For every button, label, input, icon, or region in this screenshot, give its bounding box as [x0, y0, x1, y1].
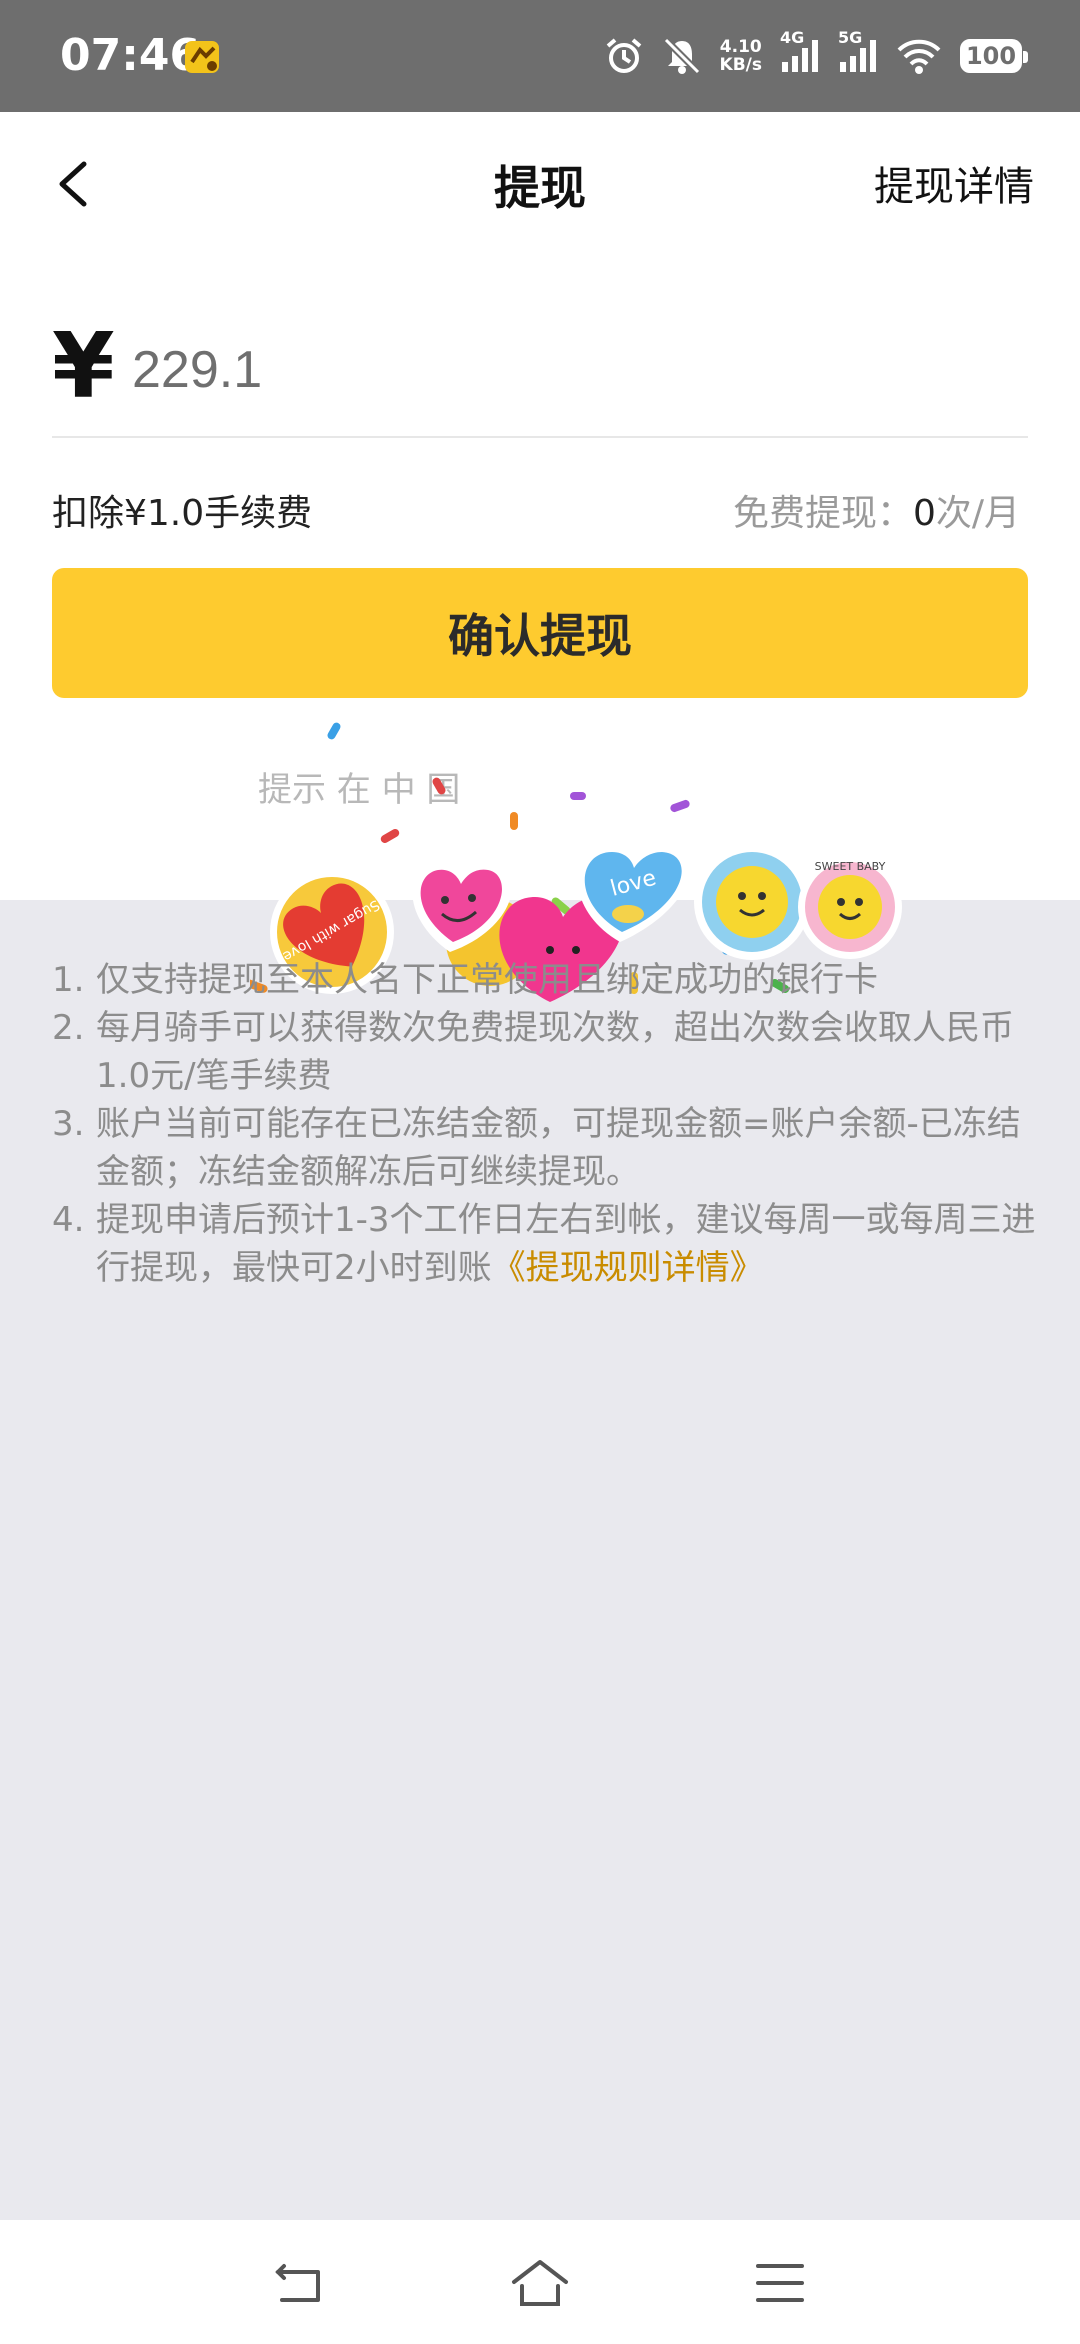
- rule-index: 4.: [52, 1200, 85, 1240]
- rule-text: 仅支持提现至本人名下正常使用且绑定成功的银行卡: [96, 960, 878, 1000]
- rule-text: 每月骑手可以获得数次免费提现次数，超出次数会收取人民币1.0元/笔手续费: [96, 1008, 1014, 1096]
- nav-back-icon: [275, 2264, 320, 2302]
- free-label: 免费提现：: [732, 493, 913, 534]
- nav-home-icon: [512, 2260, 568, 2306]
- amount-row: ¥: [52, 312, 1028, 432]
- status-bar: 07:46 4.10 KB/s 4G 5G 100: [0, 0, 1080, 112]
- rule-item: 4. 提现申请后预计1-3个工作日左右到帐，建议每周一或每周三进行提现，最快可2…: [52, 1196, 1052, 1292]
- free-withdraw-info: 免费提现：0次/月: [733, 484, 1020, 536]
- withdraw-rules: 1. 仅支持提现至本人名下正常使用且绑定成功的银行卡 2. 每月骑手可以获得数次…: [52, 956, 1052, 1292]
- signal-4g: 4G: [780, 28, 820, 76]
- wifi-icon: [897, 39, 941, 74]
- rule-item: 2. 每月骑手可以获得数次免费提现次数，超出次数会收取人民币1.0元/笔手续费: [52, 1004, 1052, 1100]
- nav-menu-button[interactable]: [748, 2256, 812, 2310]
- battery-icon: 100: [960, 39, 1028, 73]
- status-time: 07:46: [60, 30, 201, 81]
- sticker-sweet-baby: SWEET BABY: [694, 844, 902, 960]
- status-icons: 4.10 KB/s 4G 5G 100: [604, 28, 1028, 76]
- free-count: 0: [912, 493, 936, 534]
- rule-text: 账户当前可能存在已冻结金额，可提现金额=账户余额-已冻结金额；冻结金额解冻后可继…: [96, 1104, 1021, 1192]
- app-notification-icon: [184, 40, 222, 74]
- sticker4-text: SWEET BABY: [815, 860, 886, 873]
- amount-input[interactable]: [132, 332, 992, 408]
- withdraw-rules-detail-link[interactable]: 《提现规则详情》: [492, 1248, 764, 1288]
- rule-index: 1.: [52, 960, 85, 1000]
- rule-text-wrap: 提现申请后预计1-3个工作日左右到帐，建议每周一或每周三进行提现，最快可2小时到…: [96, 1196, 1052, 1292]
- network-speed-unit: KB/s: [719, 55, 762, 75]
- rule-index: 3.: [52, 1104, 85, 1144]
- rule-item: 1. 仅支持提现至本人名下正常使用且绑定成功的银行卡: [52, 956, 1052, 1004]
- nav-back-button[interactable]: [268, 2256, 332, 2310]
- rule-index: 2.: [52, 1008, 85, 1048]
- divider: [52, 436, 1028, 438]
- currency-symbol: ¥: [52, 314, 115, 419]
- alarm-icon: [606, 38, 641, 73]
- free-unit: 次/月: [935, 493, 1020, 534]
- signal-5g: 5G: [838, 28, 878, 76]
- signal-5g-label: 5G: [838, 28, 863, 47]
- withdraw-details-link[interactable]: 提现详情: [874, 154, 1034, 212]
- network-speed: 4.10 KB/s: [720, 38, 762, 74]
- network-speed-value: 4.10: [719, 37, 762, 57]
- signal-4g-label: 4G: [780, 28, 805, 47]
- system-navigation-bar: [0, 2220, 1080, 2344]
- mute-icon: [663, 37, 701, 75]
- rule-item: 3. 账户当前可能存在已冻结金额，可提现金额=账户余额-已冻结金额；冻结金额解冻…: [52, 1100, 1052, 1196]
- nav-menu-icon: [756, 2264, 804, 2302]
- confirm-withdraw-button[interactable]: 确认提现: [52, 568, 1028, 698]
- withdraw-card: 提现 提现详情 ¥ 扣除¥1.0手续费 免费提现：0次/月 确认提现 提示 在 …: [0, 112, 1080, 1002]
- nav-home-button[interactable]: [508, 2256, 572, 2310]
- fee-text: 扣除¥1.0手续费: [52, 493, 313, 534]
